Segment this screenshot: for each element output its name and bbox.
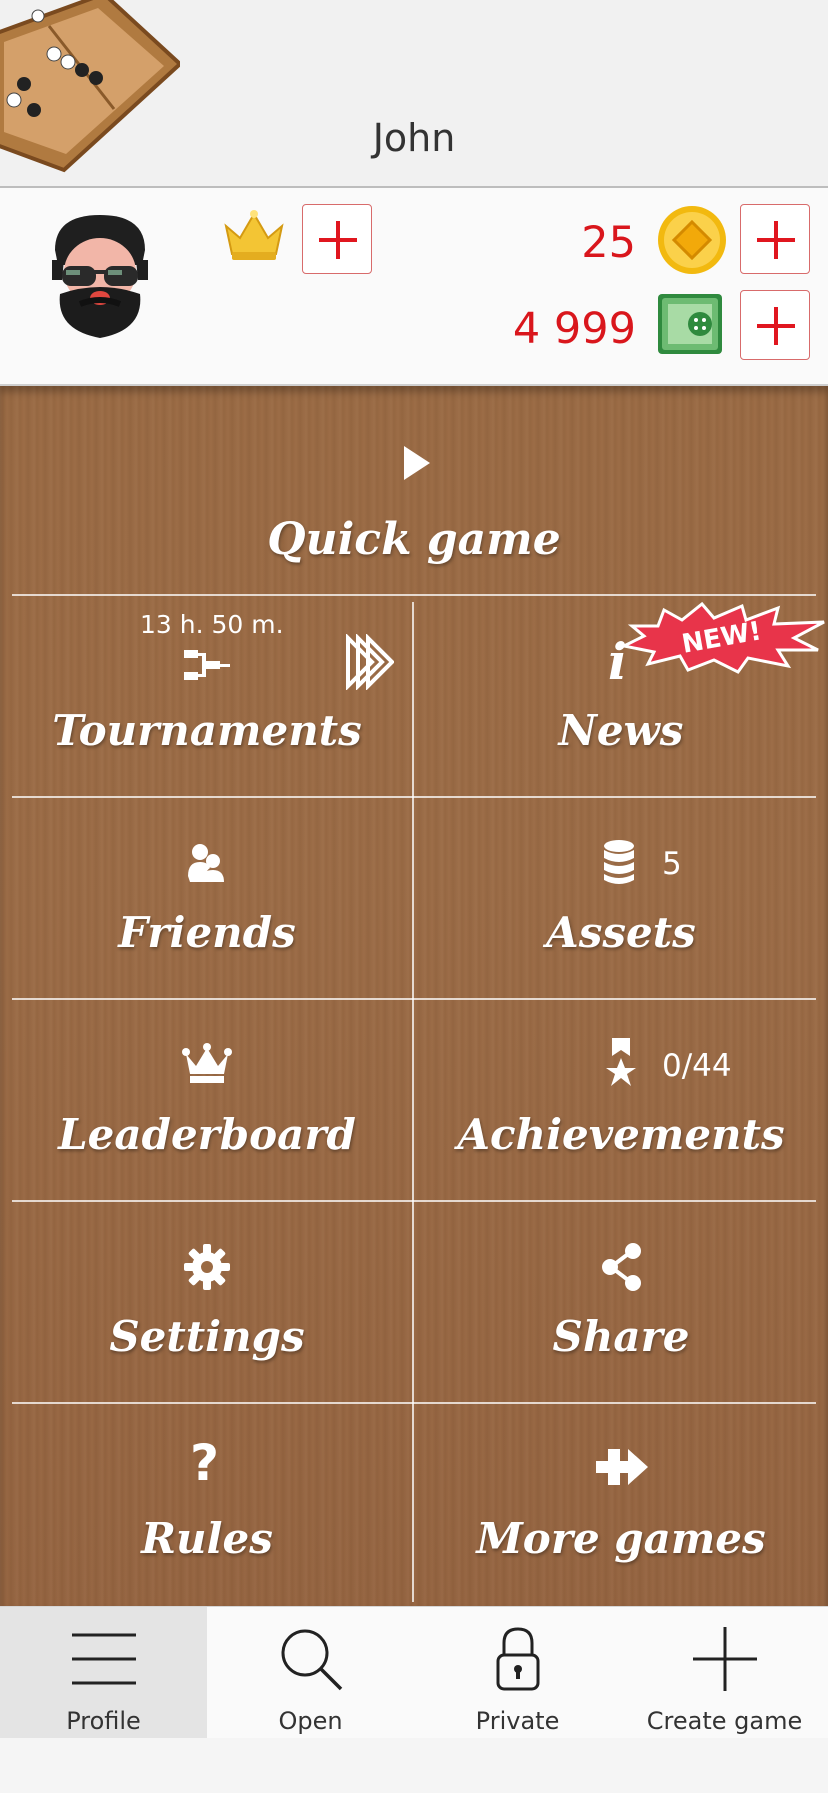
assets-button[interactable]: 5 Assets bbox=[414, 798, 828, 998]
leaderboard-button[interactable]: Leaderboard bbox=[0, 1000, 414, 1200]
fast-forward-icon bbox=[346, 634, 394, 690]
search-icon bbox=[281, 1629, 343, 1691]
leaderboard-label: Leaderboard bbox=[58, 1110, 356, 1159]
assets-count: 5 bbox=[662, 846, 682, 882]
tournaments-label: Tournaments bbox=[52, 706, 362, 755]
coins-value: 25 bbox=[581, 218, 636, 268]
main-menu: Quick game 13 h. 50 m. Tournaments i NEW… bbox=[0, 386, 828, 1606]
question-icon: ? bbox=[190, 1434, 220, 1492]
settings-label: Settings bbox=[109, 1312, 305, 1361]
add-crowns-button[interactable] bbox=[302, 204, 372, 274]
add-money-button[interactable] bbox=[740, 290, 810, 360]
nav-create-game[interactable]: Create game bbox=[621, 1607, 828, 1739]
news-label: News bbox=[558, 706, 684, 755]
crown-outline-icon bbox=[182, 1043, 232, 1083]
settings-button[interactable]: Settings bbox=[0, 1202, 414, 1402]
achievements-button[interactable]: 0/44 Achievements bbox=[414, 1000, 828, 1200]
quick-game-label: Quick game bbox=[267, 514, 561, 565]
share-label: Share bbox=[552, 1312, 690, 1361]
nav-profile[interactable]: Profile bbox=[0, 1607, 207, 1739]
money-icon bbox=[658, 294, 722, 354]
coin-icon bbox=[658, 206, 726, 274]
share-icon bbox=[602, 1243, 641, 1291]
money-value: 4 999 bbox=[512, 304, 636, 354]
bracket-icon bbox=[184, 650, 230, 680]
achievements-label: Achievements bbox=[457, 1110, 785, 1159]
nav-open[interactable]: Open bbox=[207, 1607, 414, 1739]
share-button[interactable]: Share bbox=[414, 1202, 828, 1402]
more-games-icon bbox=[596, 1449, 648, 1485]
coin-stack-icon bbox=[604, 840, 634, 884]
friends-label: Friends bbox=[118, 908, 296, 957]
play-icon bbox=[404, 446, 430, 480]
plus-icon bbox=[693, 1627, 757, 1691]
nav-open-label: Open bbox=[278, 1707, 343, 1735]
quick-game-button[interactable]: Quick game bbox=[0, 386, 828, 594]
nav-create-game-label: Create game bbox=[646, 1707, 803, 1735]
lock-icon bbox=[496, 1627, 540, 1691]
crown-icon bbox=[222, 208, 286, 264]
more-games-label: More games bbox=[476, 1514, 766, 1563]
more-games-button[interactable]: More games bbox=[414, 1404, 828, 1604]
news-button[interactable]: i NEW! News bbox=[414, 596, 828, 796]
player-name: John bbox=[372, 116, 456, 160]
assets-label: Assets bbox=[546, 908, 696, 957]
hamburger-icon bbox=[72, 1633, 136, 1685]
nav-private[interactable]: Private bbox=[414, 1607, 621, 1739]
bottom-nav: Profile Open Private Create game bbox=[0, 1606, 828, 1739]
tournament-timer: 13 h. 50 m. bbox=[140, 610, 284, 639]
friends-icon bbox=[188, 844, 224, 882]
nav-private-label: Private bbox=[475, 1707, 560, 1735]
friends-button[interactable]: Friends bbox=[0, 798, 414, 998]
gear-icon bbox=[184, 1244, 230, 1290]
avatar[interactable] bbox=[40, 210, 160, 340]
system-bar bbox=[0, 1738, 828, 1793]
top-header: John bbox=[0, 0, 828, 188]
new-badge: NEW! bbox=[619, 601, 825, 674]
add-coins-button[interactable] bbox=[740, 204, 810, 274]
medal-icon bbox=[606, 1038, 636, 1086]
rules-label: Rules bbox=[141, 1514, 273, 1563]
stats-bar: 25 4 999 bbox=[0, 188, 828, 386]
nav-profile-label: Profile bbox=[66, 1707, 141, 1735]
tournaments-button[interactable]: 13 h. 50 m. Tournaments bbox=[0, 596, 414, 796]
rules-button[interactable]: ? Rules bbox=[0, 1404, 414, 1604]
achievements-count: 0/44 bbox=[662, 1048, 732, 1084]
